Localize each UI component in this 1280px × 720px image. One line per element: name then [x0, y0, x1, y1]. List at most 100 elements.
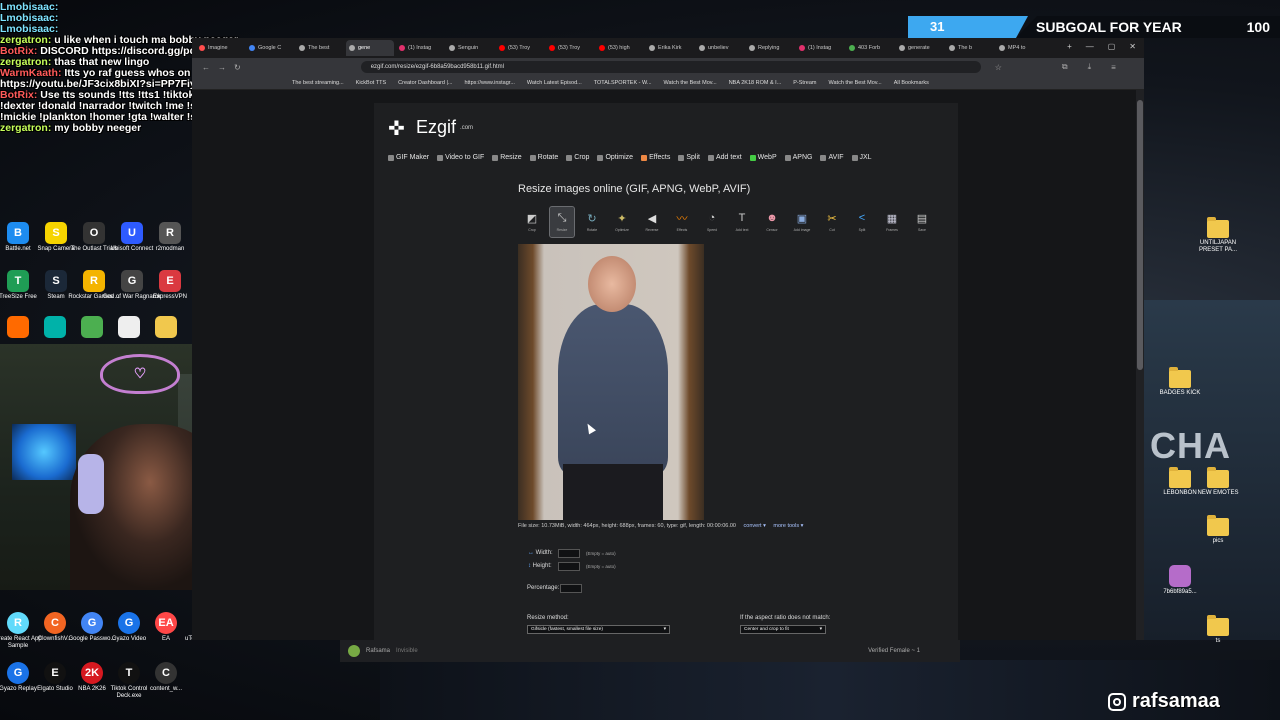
bookmark-item[interactable]: KickBot TTS: [356, 80, 386, 86]
close-window-icon[interactable]: ✕: [1129, 42, 1136, 51]
browser-tab[interactable]: (1) Instag: [396, 40, 444, 56]
browser-tab[interactable]: generate: [896, 40, 944, 56]
height-input[interactable]: [558, 562, 580, 571]
forward-icon[interactable]: →: [218, 63, 226, 72]
maximize-icon[interactable]: ▢: [1108, 42, 1116, 51]
convert-link[interactable]: convert ▾: [744, 523, 766, 529]
tool-button[interactable]: ◔ Speed: [700, 207, 724, 237]
ezgif-logo[interactable]: ✜ Ezgif .com: [388, 117, 473, 138]
tab-title: Senguin: [458, 45, 479, 51]
tool-button[interactable]: ▣ Add image: [790, 207, 814, 237]
nav-item[interactable]: GIF Maker: [388, 154, 429, 161]
back-icon[interactable]: ←: [202, 63, 210, 72]
nav-item-icon: [784, 154, 791, 161]
nav-item[interactable]: APNG: [784, 154, 812, 161]
tool-button[interactable]: ☻ Censor: [760, 207, 784, 237]
browser-tab[interactable]: (1) Instag: [796, 40, 844, 56]
tool-button[interactable]: ✂ Cut: [820, 207, 844, 237]
nav-item[interactable]: Split: [678, 154, 700, 161]
bookmark-item[interactable]: The best streaming...: [292, 80, 344, 86]
bookmark-item[interactable]: NBA 2K18 ROM & I...: [729, 80, 782, 86]
desktop-icon[interactable]: ts: [1188, 615, 1248, 645]
scrollbar-thumb[interactable]: [1137, 100, 1143, 370]
browser-tab[interactable]: unbeliev: [696, 40, 744, 56]
desktop-icon[interactable]: 7b6bf89a5...: [1150, 565, 1210, 596]
bookmark-item[interactable]: Watch Latest Episod...: [527, 80, 582, 86]
discord-channel[interactable]: Verified Female ~ 1: [868, 648, 920, 654]
nav-item[interactable]: Effects: [641, 154, 670, 161]
nav-item[interactable]: WebP: [749, 154, 777, 161]
desktop-icon[interactable]: E ExpressVPN: [140, 270, 200, 301]
browser-tab[interactable]: The b: [946, 40, 994, 56]
bookmark-item[interactable]: P-Stream: [793, 80, 816, 86]
more-tools-link[interactable]: more tools ▾: [773, 523, 803, 529]
browser-tab[interactable]: (53) high: [596, 40, 644, 56]
tool-label: Add image: [793, 228, 811, 232]
desktop-icon[interactable]: Ccontent_w...: [136, 662, 196, 693]
tool-button[interactable]: ▦ Frames: [880, 207, 904, 237]
menu-icon[interactable]: ≡: [1111, 63, 1116, 72]
browser-tab[interactable]: gene: [346, 40, 394, 56]
gif-preview[interactable]: [518, 244, 704, 520]
desktop-icon[interactable]: Rr2modman: [140, 222, 200, 253]
tool-button[interactable]: ⤡ Resize: [549, 206, 575, 238]
page-scrollbar[interactable]: [1136, 90, 1144, 640]
tool-button[interactable]: ↻ Rotate: [580, 207, 604, 237]
reload-icon[interactable]: ↻: [234, 63, 241, 72]
tool-button[interactable]: ◀ Reverse: [640, 207, 664, 237]
nav-item[interactable]: Crop: [566, 154, 589, 161]
bookmark-item[interactable]: Creator Dashboard |...: [398, 80, 452, 86]
browser-tab[interactable]: Senguin: [446, 40, 494, 56]
bookmark-item[interactable]: Watch the Best Mov...: [664, 80, 717, 86]
browser-tab[interactable]: (53) Troy: [546, 40, 594, 56]
nav-item[interactable]: AVIF: [820, 154, 844, 161]
tool-button[interactable]: 〰 Effects: [670, 207, 694, 237]
browser-tab[interactable]: Google C: [246, 40, 294, 56]
add-text-icon: T: [738, 212, 746, 224]
chat-text: !mickie !plankton !homer !gta !walter !s…: [0, 112, 214, 123]
percentage-input[interactable]: [560, 584, 582, 593]
aspect-select[interactable]: Center and crop to fit ▾: [740, 625, 826, 634]
chevron-down-icon: ▾: [819, 627, 822, 632]
folder-icon: [1207, 467, 1229, 488]
url-input[interactable]: ezgif.com/resize/ezgif-6b8a59bacd958b11.…: [360, 61, 981, 73]
browser-tab[interactable]: MP4 to: [996, 40, 1044, 56]
tool-button[interactable]: T Add text: [730, 207, 754, 237]
new-tab-icon[interactable]: +: [1067, 42, 1072, 51]
browser-tab[interactable]: Erika Kirk: [646, 40, 694, 56]
desktop-icon[interactable]: [136, 316, 196, 340]
bookmark-item[interactable]: Watch the Best Mov...: [829, 80, 882, 86]
browser-tab[interactable]: The best: [296, 40, 344, 56]
extensions-icon[interactable]: ⧉: [1062, 62, 1068, 72]
tool-label: Resize: [556, 228, 568, 232]
desktop-icon[interactable]: UNTILJAPAN PRESET PA...: [1188, 217, 1248, 254]
nav-item-icon: [529, 154, 536, 161]
width-input[interactable]: [558, 549, 580, 558]
nav-item[interactable]: Optimize: [597, 154, 633, 161]
downloads-icon[interactable]: ⤓: [1088, 62, 1092, 72]
nav-item[interactable]: Add text: [707, 154, 742, 161]
browser-tab[interactable]: 403 Forb: [846, 40, 894, 56]
desktop-icon[interactable]: BADGES KICK: [1150, 367, 1210, 397]
tool-button[interactable]: ▤ Save: [910, 207, 934, 237]
nav-item[interactable]: Rotate: [529, 154, 558, 161]
browser-tab[interactable]: Replying: [746, 40, 794, 56]
nav-item[interactable]: JXL: [851, 154, 872, 161]
nav-item[interactable]: Resize: [492, 154, 522, 161]
browser-tab[interactable]: (53) Troy: [496, 40, 544, 56]
arena-banner-text: CHA: [1150, 425, 1231, 466]
bookmark-star-icon[interactable]: ☆: [995, 63, 1002, 72]
desktop-icon[interactable]: pics: [1188, 515, 1248, 545]
minimize-icon[interactable]: —: [1086, 42, 1094, 51]
tool-button[interactable]: < Split: [850, 207, 874, 237]
nav-item[interactable]: Video to GIF: [437, 154, 484, 161]
tool-button[interactable]: ✦ Optimize: [610, 207, 634, 237]
desktop-icon[interactable]: NEW EMOTES: [1188, 467, 1248, 497]
browser-tab[interactable]: Imagine: [196, 40, 244, 56]
bookmark-item[interactable]: TOTALSPORTEK - W...: [594, 80, 652, 86]
bookmark-item[interactable]: All Bookmarks: [894, 80, 929, 86]
tool-button[interactable]: ◩ Crop: [520, 207, 544, 237]
resize-method-select[interactable]: Gifsicle (fastest, smallest file size) ▾: [527, 625, 670, 634]
bookmark-item[interactable]: https://www.instagr...: [464, 80, 514, 86]
tab-favicon: [999, 45, 1005, 51]
